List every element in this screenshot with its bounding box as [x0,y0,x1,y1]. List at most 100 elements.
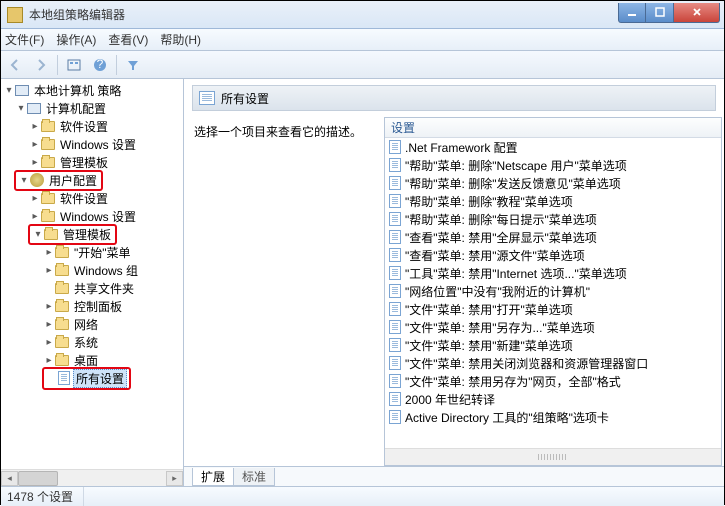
forward-button[interactable] [31,55,51,75]
folder-icon [41,193,55,204]
status-bar: 1478 个设置 [1,486,724,506]
tree-item[interactable]: 共享文件夹 [1,279,183,297]
list-item-label: "网络位置"中没有"我附近的计算机" [405,283,590,300]
policy-item-icon [389,140,401,154]
settings-list: 设置 .Net Framework 配置"帮助"菜单: 删除"Netscape … [384,117,722,466]
details-header: 所有设置 [192,85,716,111]
list-item[interactable]: "帮助"菜单: 删除"Netscape 用户"菜单选项 [385,156,721,174]
policy-item-icon [389,374,401,388]
title-bar: 本地组策略编辑器 [1,1,724,29]
tree-root[interactable]: ▾本地计算机 策略 [1,81,183,99]
list-item-label: "帮助"菜单: 删除"Netscape 用户"菜单选项 [405,157,627,174]
menu-help[interactable]: 帮助(H) [160,31,201,48]
tree-admin-templates[interactable]: ▾管理模板 [1,225,183,243]
tree-computer-config[interactable]: ▾计算机配置 [1,99,183,117]
scroll-thumb[interactable] [18,471,58,486]
tree-item[interactable]: ▸Windows 设置 [1,207,183,225]
svg-text:?: ? [97,58,104,71]
navigation-tree[interactable]: ▾本地计算机 策略 ▾计算机配置 ▸软件设置 ▸Windows 设置 ▸管理模板… [1,79,183,469]
scroll-right-icon[interactable]: ▸ [166,471,183,486]
list-item[interactable]: "帮助"菜单: 删除"发送反馈意见"菜单选项 [385,174,721,192]
toolbar-help-icon[interactable]: ? [90,55,110,75]
list-item-label: 2000 年世纪转译 [405,391,495,408]
list-item[interactable]: "帮助"菜单: 删除"每日提示"菜单选项 [385,210,721,228]
description-prompt: 选择一个项目来查看它的描述。 [194,123,384,140]
tree-item[interactable]: ▸Windows 组 [1,261,183,279]
menu-action[interactable]: 操作(A) [56,31,96,48]
list-item-label: "文件"菜单: 禁用"新建"菜单选项 [405,337,573,354]
list-item[interactable]: .Net Framework 配置 [385,138,721,156]
maximize-button[interactable] [646,3,674,23]
list-item[interactable]: "查看"菜单: 禁用"源文件"菜单选项 [385,246,721,264]
close-button[interactable] [674,3,720,23]
description-panel: 选择一个项目来查看它的描述。 [194,117,384,466]
list-item-label: Active Directory 工具的"组策略"选项卡 [405,409,609,426]
policy-item-icon [389,410,401,424]
list-item-label: "文件"菜单: 禁用另存为"网页，全部"格式 [405,373,621,390]
folder-icon [44,229,58,240]
folder-icon [55,319,69,330]
computer-icon [27,103,41,114]
list-item[interactable]: Active Directory 工具的"组策略"选项卡 [385,408,721,426]
tree-item[interactable]: ▸"开始"菜单 [1,243,183,261]
folder-icon [55,355,69,366]
list-item[interactable]: "查看"菜单: 禁用"全屏显示"菜单选项 [385,228,721,246]
tree-item[interactable]: ▸软件设置 [1,117,183,135]
tree-item[interactable]: ▸Windows 设置 [1,135,183,153]
tree-item[interactable]: ▸管理模板 [1,153,183,171]
policy-item-icon [389,320,401,334]
tab-extended[interactable]: 扩展 [192,468,234,486]
list-item-label: "文件"菜单: 禁用"另存为..."菜单选项 [405,319,595,336]
tree-item[interactable]: ▸网络 [1,315,183,333]
tree-horizontal-scrollbar[interactable]: ◂ ▸ [1,469,183,486]
app-icon [7,7,23,23]
view-tabs: 扩展 标准 [184,466,724,486]
filter-icon[interactable] [123,55,143,75]
tree-all-settings[interactable]: 所有设置 [1,369,183,387]
policy-item-icon [389,284,401,298]
toolbar-options-icon[interactable] [64,55,84,75]
list-item-label: "文件"菜单: 禁用关闭浏览器和资源管理器窗口 [405,355,648,372]
list-item[interactable]: "帮助"菜单: 删除"教程"菜单选项 [385,192,721,210]
list-horizontal-scrollbar[interactable] [385,448,721,465]
list-item-label: "帮助"菜单: 删除"发送反馈意见"菜单选项 [405,175,621,192]
list-item[interactable]: "文件"菜单: 禁用另存为"网页，全部"格式 [385,372,721,390]
list-item[interactable]: "文件"菜单: 禁用"另存为..."菜单选项 [385,318,721,336]
folder-icon [41,121,55,132]
list-item[interactable]: "文件"菜单: 禁用"新建"菜单选项 [385,336,721,354]
column-header-setting[interactable]: 设置 [385,118,721,138]
settings-items[interactable]: .Net Framework 配置"帮助"菜单: 删除"Netscape 用户"… [385,138,721,448]
folder-icon [55,265,69,276]
policy-item-icon [389,392,401,406]
settings-list-icon [58,371,70,385]
folder-icon [41,211,55,222]
list-item[interactable]: "文件"菜单: 禁用"打开"菜单选项 [385,300,721,318]
tree-user-config[interactable]: ▾用户配置 [1,171,183,189]
list-item[interactable]: "网络位置"中没有"我附近的计算机" [385,282,721,300]
list-item[interactable]: "工具"菜单: 禁用"Internet 选项..."菜单选项 [385,264,721,282]
tree-item[interactable]: ▸系统 [1,333,183,351]
folder-icon [41,157,55,168]
details-body: 选择一个项目来查看它的描述。 设置 .Net Framework 配置"帮助"菜… [184,113,724,466]
list-item-label: "工具"菜单: 禁用"Internet 选项..."菜单选项 [405,265,627,282]
list-item-label: "帮助"菜单: 删除"教程"菜单选项 [405,193,573,210]
policy-item-icon [389,302,401,316]
menu-file[interactable]: 文件(F) [5,31,44,48]
back-button[interactable] [5,55,25,75]
list-item-label: "查看"菜单: 禁用"全屏显示"菜单选项 [405,229,597,246]
folder-icon [41,139,55,150]
list-item-label: "帮助"菜单: 删除"每日提示"菜单选项 [405,211,597,228]
minimize-button[interactable] [618,3,646,23]
policy-item-icon [389,158,401,172]
folder-icon [55,301,69,312]
tab-standard[interactable]: 标准 [233,468,275,486]
policy-item-icon [389,212,401,226]
tree-item[interactable]: ▸控制面板 [1,297,183,315]
scroll-left-icon[interactable]: ◂ [1,471,18,486]
policy-item-icon [389,356,401,370]
list-item[interactable]: "文件"菜单: 禁用关闭浏览器和资源管理器窗口 [385,354,721,372]
policy-item-icon [389,266,401,280]
list-item[interactable]: 2000 年世纪转译 [385,390,721,408]
tree-item[interactable]: ▸软件设置 [1,189,183,207]
menu-view[interactable]: 查看(V) [108,31,148,48]
